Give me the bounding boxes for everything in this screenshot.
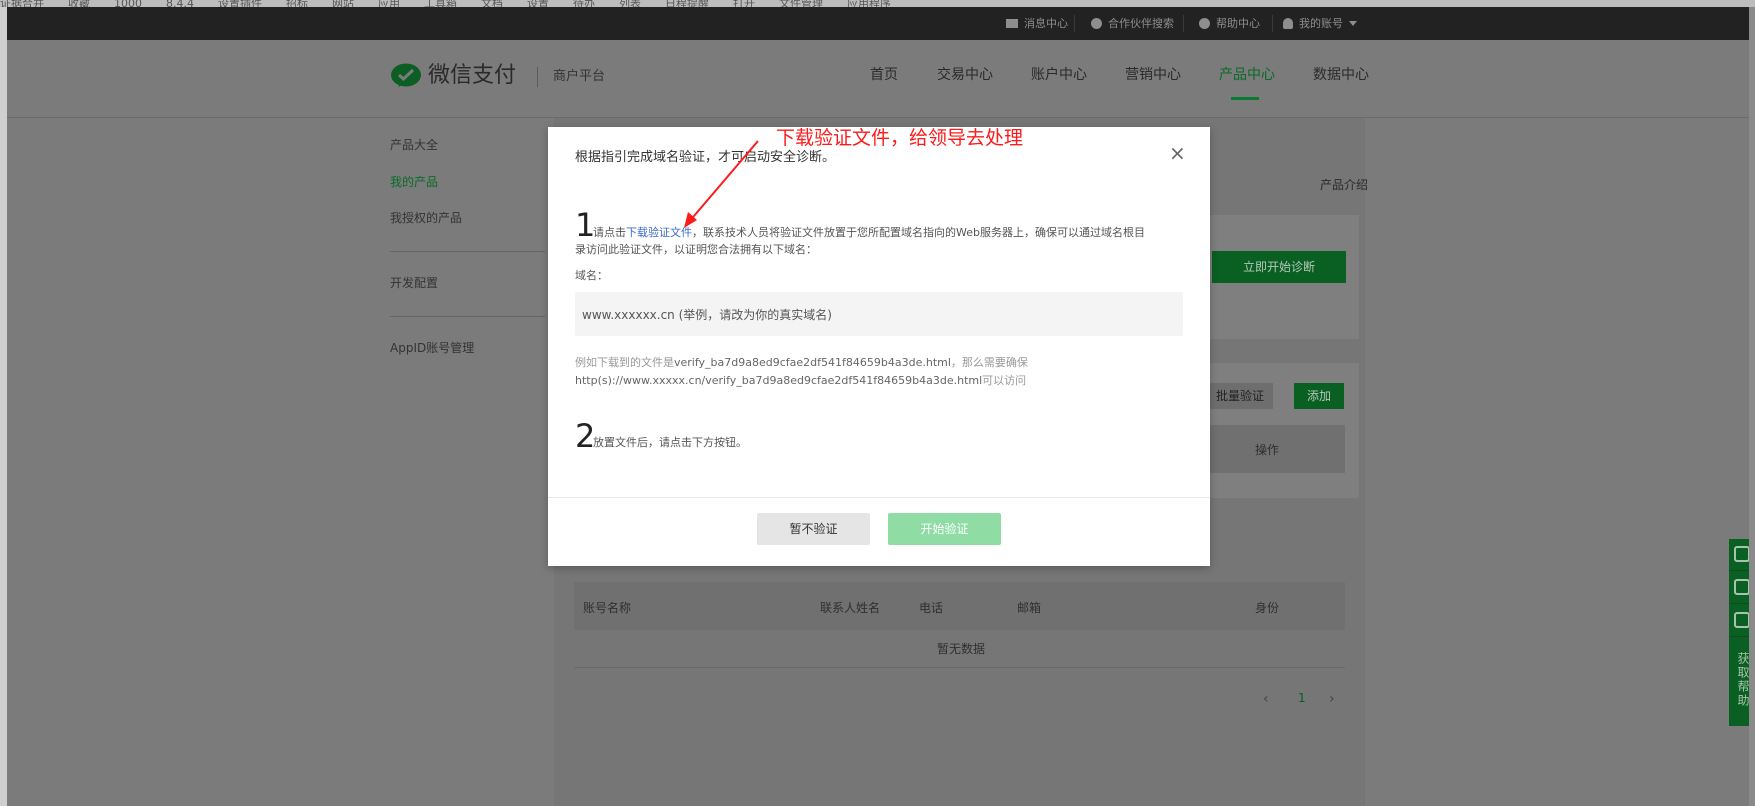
pagination-page[interactable]: 1 — [1298, 691, 1306, 705]
start-diagnosis-button[interactable]: 立即开始诊断 — [1212, 251, 1346, 283]
col-account-name: 账号名称 — [583, 601, 632, 615]
bookmark-item[interactable]: 设置 — [527, 0, 549, 7]
bookmark-item[interactable]: 1000 — [114, 0, 142, 7]
divider — [1074, 15, 1075, 32]
bookmark-item[interactable]: 打开 — [733, 0, 755, 7]
annotation-text: 下载验证文件，给领导去处理 — [776, 127, 1024, 149]
divider — [1729, 636, 1749, 637]
example-pre: 例如下载到的文件是 — [575, 356, 674, 369]
logo-subtitle: 商户平台 — [553, 69, 606, 84]
nav-data[interactable]: 数据中心 — [1313, 65, 1369, 85]
sidebar-item-all-products[interactable]: 产品大全 — [390, 136, 438, 154]
start-verify-button[interactable]: 开始验证 — [888, 513, 1001, 545]
batch-verify-button[interactable]: 批量验证 — [1207, 383, 1273, 409]
partner-icon — [1091, 18, 1102, 29]
skip-verify-button[interactable]: 暂不验证 — [757, 513, 870, 545]
bookmark-item[interactable]: 文件管理 — [779, 0, 823, 7]
bookmark-item[interactable]: 8.4.4 — [166, 0, 194, 7]
nav-products[interactable]: 产品中心 — [1219, 65, 1275, 85]
mail-icon — [1006, 19, 1018, 28]
divider — [1729, 570, 1749, 571]
sidebar-item-appid-management[interactable]: AppID账号管理 — [390, 339, 474, 357]
col-phone: 电话 — [919, 601, 944, 615]
example-file: verify_ba7d9a8ed9cfae2df541f84659b4a3de.… — [674, 356, 951, 369]
edit-icon[interactable] — [1734, 612, 1749, 628]
logo-divider — [537, 67, 538, 87]
nav-account[interactable]: 账户中心 — [1031, 65, 1087, 85]
domain-verify-modal: 根据指引完成域名验证，才可启动安全诊断。 × 1 请点击下载验证文件，联系技术人… — [548, 127, 1210, 566]
col-identity: 身份 — [1255, 601, 1280, 615]
divider — [1272, 15, 1273, 32]
download-icon[interactable] — [1734, 579, 1749, 595]
step-2-instruction: 放置文件后，请点击下方按钮。 — [593, 436, 747, 449]
step-1-instruction-cont: 录访问此验证文件，以证明您合法拥有以下域名： — [575, 243, 817, 256]
bookmark-item[interactable]: 网站 — [332, 0, 354, 7]
table-header-operation: 操作 — [1255, 443, 1280, 457]
table-divider — [574, 667, 1345, 668]
step-1-pre: 请点击 — [593, 226, 626, 239]
bookmark-item[interactable]: 招标 — [286, 0, 308, 7]
window-edge — [0, 7, 7, 806]
bookmark-item[interactable]: 列表 — [619, 0, 641, 7]
bookmark-item[interactable]: 日程提醒 — [665, 0, 709, 7]
help-icon — [1199, 18, 1210, 29]
product-intro-link[interactable]: 产品介绍 — [1320, 176, 1368, 193]
nav-marketing[interactable]: 营销中心 — [1125, 65, 1181, 85]
get-help-button[interactable]: 获取帮助 — [1736, 652, 1749, 708]
chevron-down-icon — [1349, 21, 1357, 26]
example-text-line2: http(s)://www.xxxxx.cn/verify_ba7d9a8ed9… — [575, 372, 1026, 388]
example-text-line1: 例如下载到的文件是verify_ba7d9a8ed9cfae2df541f846… — [575, 354, 1028, 370]
domain-placeholder: www.xxxxxx.cn (举例，请改为你的真实域名) — [582, 308, 832, 322]
help-sidebar: 获取帮助 — [1729, 539, 1749, 726]
example-url-post: 可以访问 — [982, 374, 1027, 387]
col-email: 邮箱 — [1017, 601, 1042, 615]
nav-home[interactable]: 首页 — [870, 65, 898, 85]
modal-footer-divider — [548, 497, 1210, 498]
domain-field[interactable]: www.xxxxxx.cn (举例，请改为你的真实域名) — [575, 292, 1183, 336]
bookmark-item[interactable]: 证据合并 — [0, 0, 44, 7]
site-header: 微信支付 商户平台 首页 交易中心 账户中心 营销中心 产品中心 数据中心 — [7, 40, 1749, 118]
my-account-menu[interactable]: 我的账号 — [1283, 7, 1357, 40]
user-icon — [1283, 18, 1293, 29]
browser-bookmarks-bar: 证据合并 收藏 1000 8.4.4 设置插件 招标 网站 应用 工具箱 文档 设置 待办 列表 日程提醒… — [0, 0, 1755, 7]
sidebar-item-dev-config[interactable]: 开发配置 — [390, 274, 438, 292]
annotation-arrow-icon — [684, 140, 759, 228]
nav-transactions[interactable]: 交易中心 — [937, 65, 993, 85]
divider — [1729, 603, 1749, 604]
bookmark-item[interactable]: 应用 — [378, 0, 400, 7]
bookmark-item[interactable]: 收藏 — [68, 0, 90, 7]
example-post: ，那么需要确保 — [950, 356, 1028, 369]
sidebar-divider — [390, 316, 545, 317]
bookmark-item[interactable]: 文档 — [481, 0, 503, 7]
help-center-link[interactable]: 帮助中心 — [1199, 7, 1260, 40]
bookmark-item[interactable]: 待办 — [573, 0, 595, 7]
wechat-pay-logo-icon — [391, 63, 421, 87]
add-button[interactable]: 添加 — [1294, 383, 1344, 409]
top-bar: 消息中心 合作伙伴搜索 帮助中心 我的账号 — [7, 7, 1749, 40]
partner-search-label: 合作伙伴搜索 — [1108, 17, 1174, 30]
partner-search-link[interactable]: 合作伙伴搜索 — [1091, 7, 1174, 40]
my-account-label: 我的账号 — [1299, 17, 1343, 30]
pagination-prev[interactable]: ‹ — [1263, 691, 1269, 707]
example-url: http(s)://www.xxxxx.cn/verify_ba7d9a8ed9… — [575, 374, 983, 387]
sidebar-divider — [390, 251, 545, 252]
link-icon[interactable] — [1734, 546, 1749, 562]
bookmark-item[interactable]: 应用程序 — [847, 0, 891, 7]
bookmark-item[interactable]: 设置插件 — [218, 0, 262, 7]
sidebar-item-my-products[interactable]: 我的产品 — [390, 173, 438, 191]
help-center-label: 帮助中心 — [1216, 17, 1260, 30]
domain-label: 域名： — [575, 269, 608, 282]
accounts-table-header — [574, 582, 1345, 630]
nav-active-indicator — [1231, 97, 1259, 100]
bookmark-item[interactable]: 工具箱 — [424, 0, 457, 7]
col-contact-name: 联系人姓名 — [820, 601, 881, 615]
pagination-next[interactable]: › — [1329, 691, 1335, 707]
message-center-link[interactable]: 消息中心 — [1006, 7, 1068, 40]
sidebar-item-authorized-products[interactable]: 我授权的产品 — [390, 209, 462, 227]
message-center-label: 消息中心 — [1024, 17, 1068, 30]
empty-state-text: 暂无数据 — [937, 642, 986, 656]
divider — [1183, 15, 1184, 32]
logo-text[interactable]: 微信支付 — [428, 60, 516, 92]
close-icon[interactable]: × — [1169, 143, 1186, 163]
